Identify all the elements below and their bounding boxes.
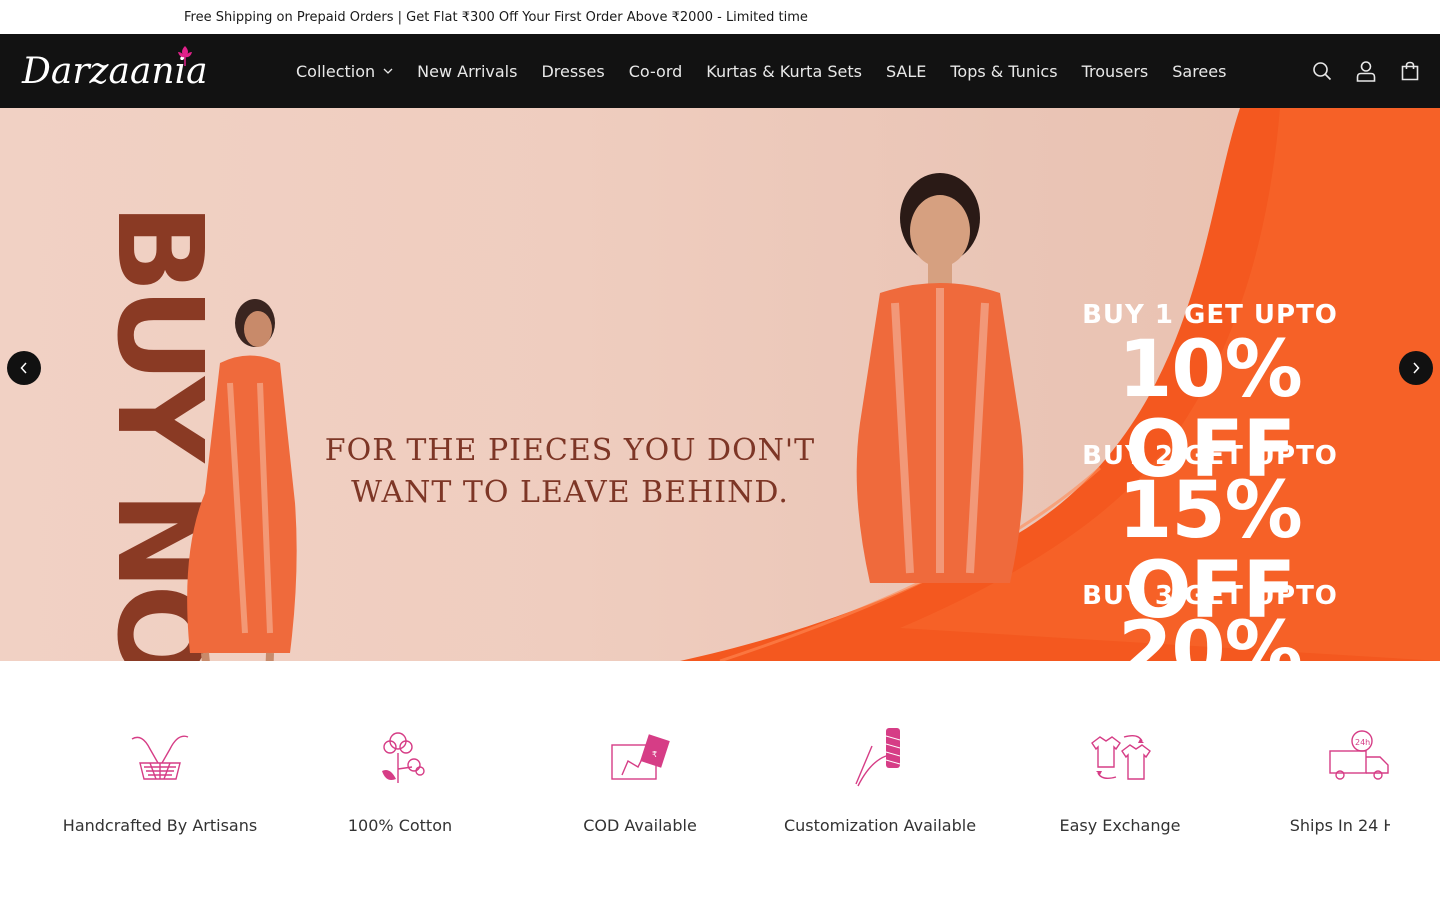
feature-label: Easy Exchange [1059,816,1181,835]
feature-label: 100% Cotton [347,816,453,835]
feature-item: 24h Ships In 24 Hours [1240,725,1390,835]
brand-logo[interactable]: Darzaania [22,46,208,98]
nav-item-collection[interactable]: Collection [284,34,405,108]
account-icon[interactable] [1354,59,1378,83]
nav-item-sale[interactable]: SALE [874,34,938,108]
hands-weaving-icon [40,725,280,789]
nav-item-dresses[interactable]: Dresses [529,34,616,108]
model-right-image [856,173,1024,583]
nav-item-label: Tops & Tunics [950,61,1058,81]
model-left-image [187,299,297,661]
feature-label: Ships In 24 Hours [1289,816,1390,835]
offer-block-3: BUY 3 GET UPTO 20% OFF [1040,581,1380,661]
nav-item-kurtas[interactable]: Kurtas & Kurta Sets [694,34,874,108]
thread-needle-icon [760,725,1000,789]
slider-prev-button[interactable] [7,351,41,385]
nav-item-label: Co-ord [628,61,683,81]
nav-item-label: Collection [296,61,376,81]
nav-item-new-arrivals[interactable]: New Arrivals [405,34,529,108]
exchange-clothes-icon [1000,725,1240,789]
main-nav: Collection New Arrivals Dresses Co-ord K… [284,34,1238,108]
nav-item-trousers[interactable]: Trousers [1070,34,1161,108]
chevron-left-icon [20,362,27,374]
nav-item-label: Kurtas & Kurta Sets [706,61,862,81]
feature-item: Customization Available [760,725,1000,835]
feature-label: Handcrafted By Artisans [62,816,258,835]
nav-item-label: Trousers [1081,61,1149,81]
feature-item: Easy Exchange [1000,725,1240,835]
nav-item-tops-tunics[interactable]: Tops & Tunics [938,34,1069,108]
cotton-flower-icon [280,725,520,789]
hero-tagline: FOR THE PIECES YOU DON'T WANT TO LEAVE B… [300,430,840,514]
nav-item-label: Dresses [541,61,605,81]
logo-flower-icon [178,46,192,66]
svg-text:24h: 24h [1355,738,1370,747]
chevron-right-icon [1413,362,1420,374]
features-viewport: Handcrafted By Artisans 100% Cotton ₹ CO… [0,661,1390,900]
hero-banner[interactable]: BUY NOW FOR THE PIECES YOU DON'T WANT TO… [0,108,1440,661]
feature-label: COD Available [583,816,697,835]
nav-item-co-ord[interactable]: Co-ord [617,34,695,108]
announcement-text: Free Shipping on Prepaid Orders | Get Fl… [184,9,808,25]
svg-text:₹: ₹ [652,750,657,759]
nav-item-label: New Arrivals [417,61,518,81]
slider-next-button[interactable] [1399,351,1433,385]
delivery-truck-24h-icon: 24h [1240,725,1390,789]
offer-big-text: 20% OFF [1118,606,1303,661]
tagline-line: FOR THE PIECES YOU DON'T [324,433,816,468]
nav-item-label: SALE [885,61,927,81]
chevron-down-icon [383,68,393,74]
feature-item: ₹ COD Available [520,725,760,835]
feature-item: Handcrafted By Artisans [40,725,280,835]
feature-item: 100% Cotton [280,725,520,835]
cart-icon[interactable] [1398,59,1422,83]
features-strip: Handcrafted By Artisans 100% Cotton ₹ CO… [0,661,1440,900]
tagline-line: WANT TO LEAVE BEHIND. [351,475,789,510]
announcement-bar: Free Shipping on Prepaid Orders | Get Fl… [0,0,1440,34]
nav-item-label: Sarees [1172,61,1227,81]
cash-on-delivery-icon: ₹ [520,725,760,789]
site-header: Darzaania Collection New Arrivals Dresse… [0,34,1440,108]
header-actions [1310,34,1422,108]
nav-item-sarees[interactable]: Sarees [1160,34,1238,108]
search-icon[interactable] [1310,59,1334,83]
feature-label: Customization Available [783,816,977,835]
